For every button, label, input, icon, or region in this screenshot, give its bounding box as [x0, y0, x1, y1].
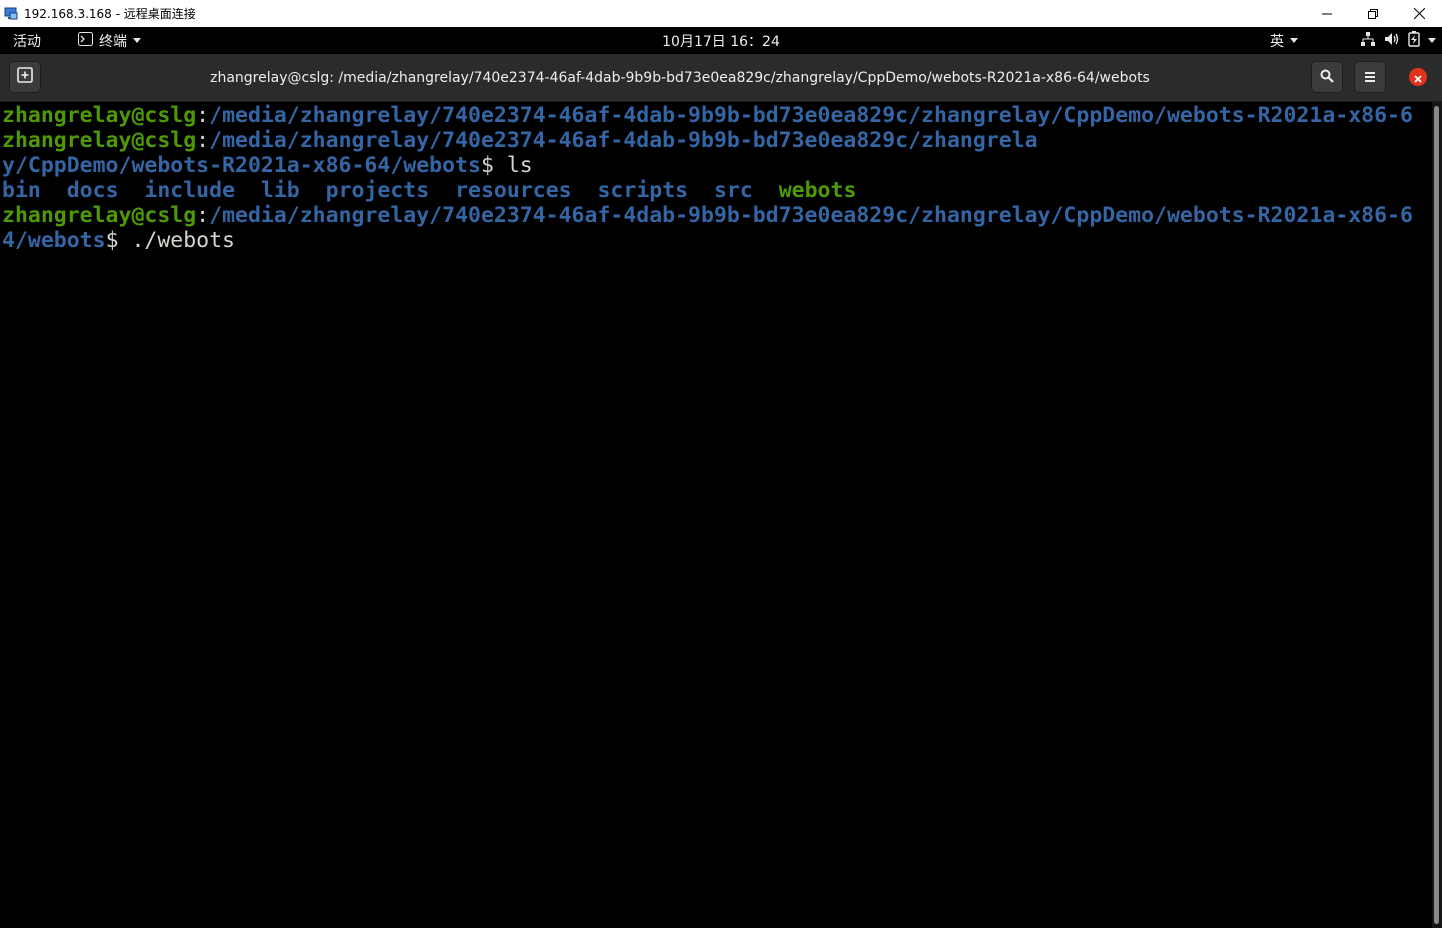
prompt-symbol: $	[105, 228, 132, 253]
activities-label: 活动	[13, 33, 41, 50]
prompt-path: /media/zhangrelay/740e2374-46af-4dab-9b9…	[209, 103, 1413, 128]
prompt-user: zhangrelay@cslg	[2, 128, 197, 153]
minimize-icon[interactable]	[1304, 0, 1350, 27]
prompt-symbol: $	[480, 153, 507, 178]
terminal-line: y/CppDemo/webots-R2021a-x86-64/webots$ l…	[0, 153, 1432, 178]
terminal-line: bin docs include lib projects resources …	[0, 178, 1432, 203]
hamburger-menu-icon	[1364, 68, 1376, 87]
terminal-window-title: zhangrelay@cslg: /media/zhangrelay/740e2…	[210, 69, 1150, 86]
network-icon	[1360, 31, 1376, 51]
ls-dir-entry: docs	[66, 178, 119, 203]
prompt-path: y/CppDemo/webots-R2021a-x86-64/webots	[2, 153, 481, 178]
volume-icon	[1384, 31, 1400, 51]
ls-exec-entry: webots	[778, 178, 857, 203]
window-close-icon	[1414, 68, 1422, 87]
system-tray[interactable]	[1360, 27, 1436, 54]
prompt-path: /media/zhangrelay/740e2374-46af-4dab-9b9…	[209, 128, 1038, 153]
clock[interactable]: 10月17日 16：24	[662, 31, 780, 51]
ls-dir-entry: src	[713, 178, 753, 203]
activities-button[interactable]: 活动	[13, 27, 41, 54]
search-icon	[1320, 68, 1334, 87]
ls-dir-entry: scripts	[597, 178, 689, 203]
ls-dir-entry: include	[144, 178, 236, 203]
clock-container: 10月17日 16：24	[0, 27, 1442, 54]
rdp-title-bar: 192.168.3.168 - 远程桌面连接	[0, 0, 1442, 27]
new-tab-icon	[17, 67, 33, 87]
input-method-label: 英	[1270, 33, 1284, 50]
terminal-line: zhangrelay@cslg:/media/zhangrelay/740e23…	[0, 128, 1432, 153]
command-text: ls	[506, 153, 533, 178]
terminal-scrollbar[interactable]	[1432, 102, 1442, 928]
search-button[interactable]	[1311, 61, 1343, 93]
prompt-path: 4/webots	[2, 228, 106, 253]
ls-dir-entry: bin	[2, 178, 41, 203]
scrollbar-thumb[interactable]	[1434, 106, 1439, 924]
terminal-line: zhangrelay@cslg:/media/zhangrelay/740e23…	[0, 103, 1432, 128]
terminal-output[interactable]: zhangrelay@cslg:/media/zhangrelay/740e23…	[0, 102, 1432, 928]
app-menu-button[interactable]: 终端	[78, 27, 141, 54]
app-menu-label: 终端	[99, 33, 127, 50]
prompt-separator: :	[196, 103, 210, 128]
input-method-button[interactable]: 英	[1270, 27, 1298, 54]
window-close-button[interactable]	[1409, 68, 1427, 86]
prompt-path: /media/zhangrelay/740e2374-46af-4dab-9b9…	[209, 203, 1413, 228]
command-text: ./webots	[131, 228, 236, 253]
ls-dir-entry: resources	[455, 178, 572, 203]
terminal-icon	[78, 31, 93, 50]
terminal-line: zhangrelay@cslg:/media/zhangrelay/740e23…	[0, 203, 1432, 228]
rdp-app-icon	[4, 7, 18, 21]
chevron-down-icon	[1290, 38, 1298, 43]
restore-icon[interactable]	[1350, 0, 1396, 27]
new-tab-button[interactable]	[9, 61, 41, 93]
terminal-line: 4/webots$ ./webots	[0, 228, 1432, 253]
ls-dir-entry: projects	[325, 178, 430, 203]
prompt-separator: :	[196, 203, 210, 228]
prompt-user: zhangrelay@cslg	[2, 103, 197, 128]
chevron-down-icon	[1428, 38, 1436, 43]
close-icon[interactable]	[1396, 0, 1442, 27]
ls-dir-entry: lib	[260, 178, 300, 203]
hamburger-menu-button[interactable]	[1354, 61, 1386, 93]
chevron-down-icon	[133, 38, 141, 43]
battery-icon	[1408, 30, 1420, 51]
prompt-user: zhangrelay@cslg	[2, 203, 197, 228]
gnome-top-bar: 活动 终端 10月17日 16：24 英	[0, 27, 1442, 54]
prompt-separator: :	[196, 128, 210, 153]
rdp-window-title: 192.168.3.168 - 远程桌面连接	[24, 7, 196, 21]
